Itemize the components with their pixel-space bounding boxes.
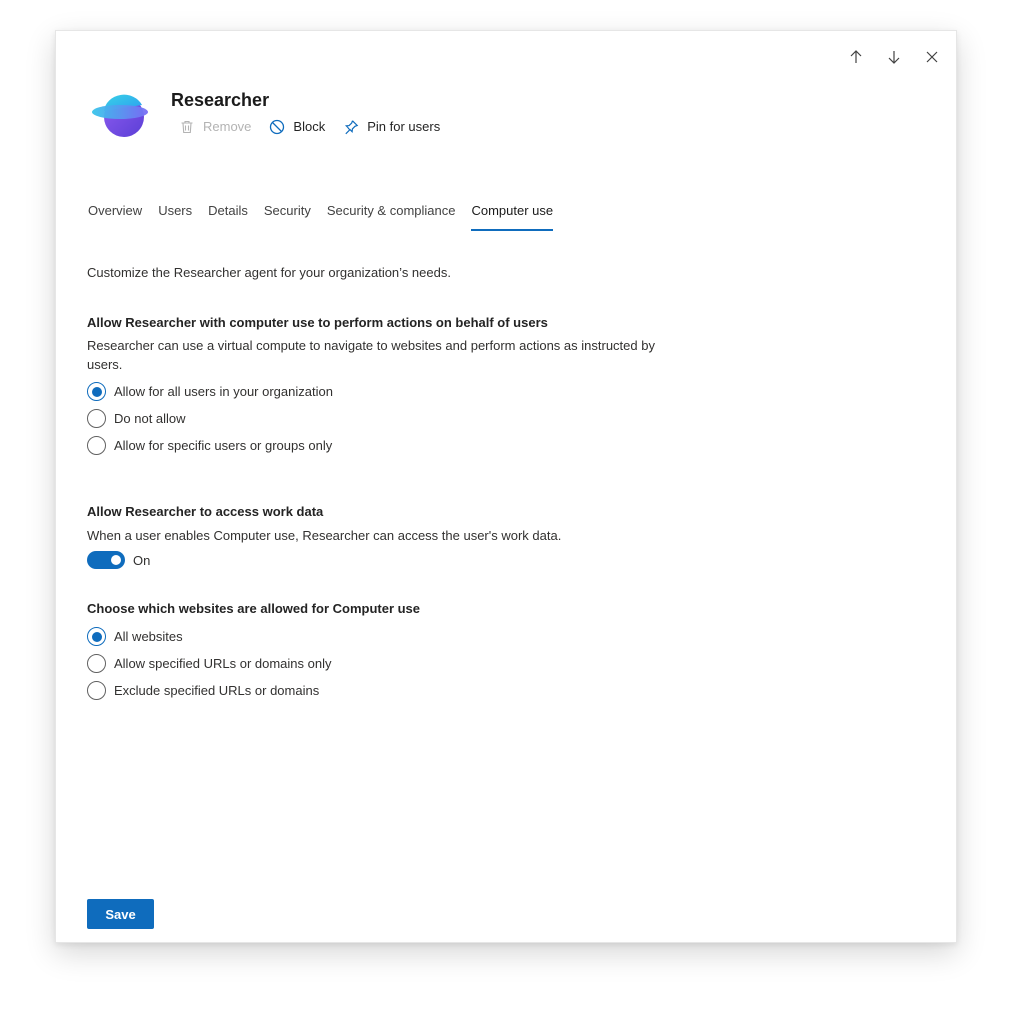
radio-option-exclude-specified[interactable]: Exclude specified URLs or domains	[87, 677, 707, 704]
radio-button[interactable]	[87, 681, 106, 700]
close-icon[interactable]	[920, 45, 944, 69]
tab-bar: Overview Users Details Security Security…	[88, 203, 554, 231]
tab-details[interactable]: Details	[208, 203, 248, 231]
radio-option-do-not-allow[interactable]: Do not allow	[87, 405, 707, 432]
pin-for-users-button[interactable]: Pin for users	[343, 119, 440, 135]
radio-label: Allow for all users in your organization	[114, 384, 333, 399]
remove-label: Remove	[203, 119, 252, 134]
save-button[interactable]: Save	[87, 899, 154, 929]
tab-security[interactable]: Security	[264, 203, 311, 231]
app-details-panel: Researcher Remove Block Pin for users Ov…	[55, 30, 957, 943]
work-data-toggle[interactable]	[87, 551, 125, 569]
tab-overview[interactable]: Overview	[88, 203, 142, 231]
websites-radio-group: All websites Allow specified URLs or dom…	[87, 623, 707, 704]
arrow-up-icon[interactable]	[844, 45, 868, 69]
radio-button[interactable]	[87, 382, 106, 401]
pin-label: Pin for users	[367, 119, 441, 134]
block-button[interactable]: Block	[269, 119, 325, 135]
websites-section: Choose which websites are allowed for Co…	[87, 601, 707, 704]
toggle-state-label: On	[133, 552, 151, 568]
work-data-section: Allow Researcher to access work data Whe…	[87, 504, 707, 569]
section-title: Allow Researcher with computer use to pe…	[87, 315, 548, 330]
app-header: Researcher Remove Block Pin for users	[91, 89, 458, 139]
tab-security-compliance[interactable]: Security & compliance	[327, 203, 456, 231]
intro-text: Customize the Researcher agent for your …	[87, 265, 451, 280]
section-description: Researcher can use a virtual compute to …	[87, 338, 655, 372]
radio-option-allow-all[interactable]: Allow for all users in your organization	[87, 378, 707, 405]
radio-button[interactable]	[87, 654, 106, 673]
computer-use-section: Allow Researcher with computer use to pe…	[87, 315, 707, 459]
radio-label: Exclude specified URLs or domains	[114, 683, 320, 698]
arrow-down-icon[interactable]	[882, 45, 906, 69]
radio-option-all-websites[interactable]: All websites	[87, 623, 707, 650]
computer-use-content: Customize the Researcher agent for your …	[87, 265, 707, 704]
radio-label: Do not allow	[114, 411, 186, 426]
pin-icon	[345, 120, 359, 135]
section-description: When a user enables Computer use, Resear…	[87, 528, 562, 543]
radio-option-specific-users[interactable]: Allow for specific users or groups only	[87, 432, 707, 459]
window-controls	[844, 45, 944, 69]
radio-option-allow-specified[interactable]: Allow specified URLs or domains only	[87, 650, 707, 677]
section-title: Choose which websites are allowed for Co…	[87, 601, 421, 616]
block-icon	[270, 119, 285, 135]
radio-label: Allow for specific users or groups only	[114, 438, 333, 453]
action-bar: Remove Block Pin for users	[179, 119, 458, 135]
radio-label: All websites	[114, 629, 183, 644]
researcher-logo	[92, 94, 148, 137]
trash-icon	[181, 120, 193, 134]
page-title: Researcher	[171, 90, 270, 110]
radio-button[interactable]	[87, 436, 106, 455]
tab-computer-use[interactable]: Computer use	[471, 203, 554, 231]
radio-button[interactable]	[87, 627, 106, 646]
section-title: Allow Researcher to access work data	[87, 504, 324, 519]
computer-use-radio-group: Allow for all users in your organization…	[87, 378, 707, 459]
radio-label: Allow specified URLs or domains only	[114, 656, 332, 671]
radio-button[interactable]	[87, 409, 106, 428]
tab-users[interactable]: Users	[158, 203, 192, 231]
remove-button[interactable]: Remove	[179, 119, 251, 135]
work-data-toggle-row: On	[87, 551, 707, 569]
block-label: Block	[293, 119, 326, 134]
